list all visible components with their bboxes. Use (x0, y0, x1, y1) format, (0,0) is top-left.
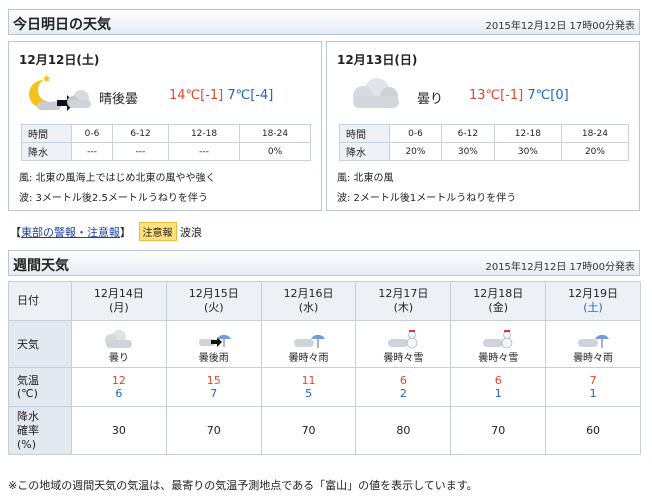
issued-time: 2015年12月12日 17時00分発表 (485, 21, 635, 32)
day-panel-today: 12月12日(土) 晴後曇 14℃[-1] 7℃[-4] 時間 0-6 6-12… (8, 41, 322, 211)
rain-chance-table: 時間 0-6 6-12 12-18 18-24 降水 --- --- --- 0… (21, 124, 311, 161)
weather-label: 曇り (417, 92, 444, 107)
cloudy-then-rain-icon (198, 334, 231, 347)
cloudy-occasional-rain-icon (578, 334, 610, 348)
high-temp: 13℃[-1] (469, 88, 524, 103)
footnote: ※この地域の週間天気の気温は、最寄りの気温予測地点である「富山」の値を表示してい… (8, 479, 478, 492)
temperatures: 14℃[-1] 7℃[-4] (169, 88, 273, 103)
issued-time: 2015年12月12日 17時00分発表 (485, 262, 635, 273)
today-tomorrow-header: 今日明日の天気 2015年12月12日 17時00分発表 (8, 9, 640, 35)
advisory-type: 波浪 (180, 226, 202, 239)
day-panel-tomorrow: 12月13日(日) 曇り 13℃[-1] 7℃[0] 時間 0-6 6-12 1… (326, 41, 640, 211)
rain-chance-table: 時間 0-6 6-12 12-18 18-24 降水 20% 30% 30% 2… (339, 124, 630, 161)
wave-note: 波: 2メートル後1メートルうねりを伴う (337, 193, 517, 204)
weather-label: 晴後曇 (99, 92, 139, 107)
cloudy-icon (353, 78, 399, 108)
temperatures: 13℃[-1] 7℃[0] (469, 88, 569, 103)
wave-note: 波: 3メートル後2.5メートルうねりを伴う (19, 193, 208, 204)
wind-note: 風: 北東の風 (337, 173, 394, 184)
warning-line: 【東部の警報・注意報】 注意報 波浪 (10, 222, 202, 241)
sunny-then-cloudy-night-icon (29, 74, 91, 111)
day-date: 12月12日(土) (19, 53, 100, 67)
day-date: 12月13日(日) (337, 53, 418, 67)
warning-link[interactable]: 東部の警報・注意報 (21, 226, 120, 239)
cloudy-icon (104, 329, 132, 348)
weekly-forecast-table: 日付 12月14日 (月) 12月15日 (火) 12月16日 (水) 12月17日(… (8, 281, 641, 455)
weather-row: 天気 曇り 曇後雨 曇時々雨 曇時々雪 曇時々雪 曇時々雨 (8, 320, 641, 368)
low-temp: 7℃[0] (527, 88, 569, 103)
low-temp: 7℃[-4] (227, 88, 274, 103)
weekly-header: 週間天気 2015年12月12日 17時00分発表 (8, 250, 640, 276)
temperature-row: 気温 (℃) 12 6 15 7 11 5 62 61 71 (8, 367, 641, 407)
precip-row: 降水 確率 (%) 30 70 70 80 70 60 (8, 406, 641, 455)
cloudy-occasional-snow-icon (483, 329, 513, 348)
high-temp: 14℃[-1] (169, 88, 224, 103)
section-title: 週間天気 (13, 258, 69, 274)
cloudy-occasional-snow-icon (388, 329, 418, 348)
wind-note: 風: 北東の風海上ではじめ北東の風やや強く (19, 173, 216, 184)
advisory-badge: 注意報 (138, 222, 177, 241)
cloudy-occasional-rain-icon (293, 334, 325, 348)
section-title: 今日明日の天気 (13, 17, 111, 33)
date-row: 日付 12月14日 (月) 12月15日 (火) 12月16日 (水) 12月17日(… (8, 281, 641, 321)
